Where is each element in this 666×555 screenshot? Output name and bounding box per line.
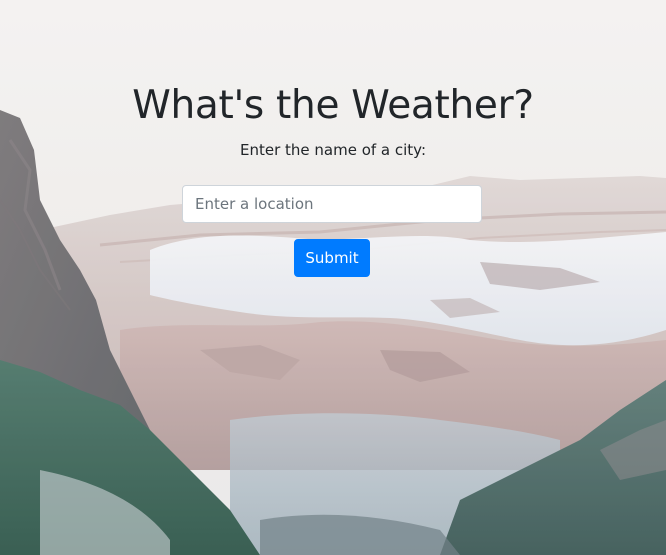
location-input[interactable] <box>182 185 482 223</box>
submit-button[interactable]: Submit <box>294 239 370 277</box>
page-title: What's the Weather? <box>132 83 534 128</box>
weather-form-container: What's the Weather? Enter the name of a … <box>0 0 666 555</box>
weather-page: What's the Weather? Enter the name of a … <box>0 0 666 555</box>
city-prompt-label: Enter the name of a city: <box>239 141 427 159</box>
